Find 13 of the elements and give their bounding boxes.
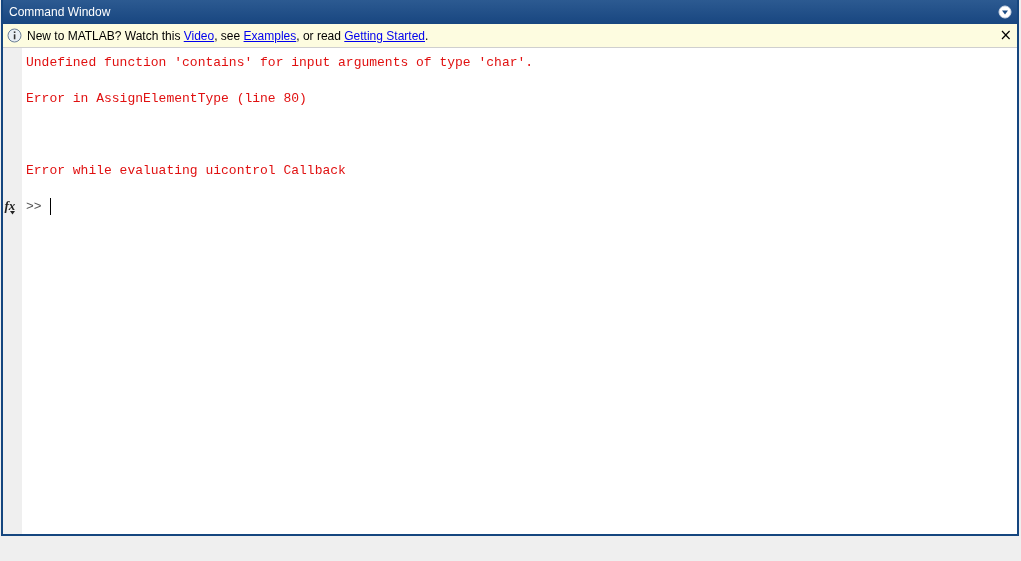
window-title: Command Window xyxy=(9,5,111,19)
error-message: Error in AssignElementType (line 80) xyxy=(26,90,307,108)
error-message: Undefined function 'contains' for input arguments of type 'char'. xyxy=(26,54,534,72)
info-link[interactable]: Getting Started xyxy=(344,28,425,43)
info-message: New to MATLAB? Watch this Video, see Examples, or read Getting Started. xyxy=(27,28,430,43)
text-cursor[interactable] xyxy=(49,197,51,215)
command-prompt: >> xyxy=(26,198,42,214)
dropdown-icon[interactable] xyxy=(998,5,1012,19)
close-button[interactable]: × xyxy=(997,28,1014,43)
info-icon xyxy=(7,28,22,43)
caret-icon xyxy=(9,211,15,215)
function-browser-button[interactable]: fx xyxy=(4,197,21,215)
error-message: Error while evaluating uicontrol Callback xyxy=(26,162,346,180)
